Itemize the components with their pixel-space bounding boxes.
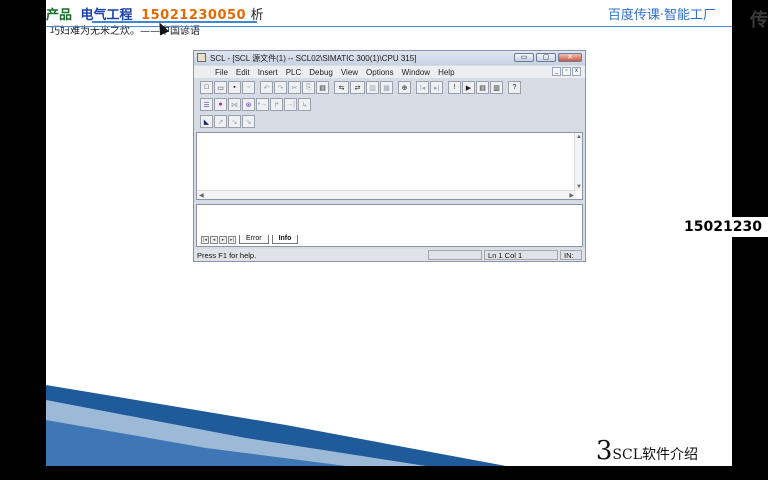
menu-file[interactable]: File (215, 68, 228, 77)
next-error-icon[interactable]: ▸| (430, 81, 443, 94)
step-next-icon[interactable]: •→ (256, 98, 269, 111)
new-file-icon[interactable]: □ (200, 81, 213, 94)
doc-restore-button[interactable]: ▫ (562, 67, 571, 76)
breakpoint-active-icon[interactable]: ⊛ (242, 98, 255, 111)
step-out-icon[interactable]: ↳ (298, 98, 311, 111)
menu-bar: File Edit Insert PLC Debug View Options … (194, 66, 585, 78)
source-editor[interactable]: ▲ ▼ ◀ ▶ (196, 132, 583, 200)
breakpoint-icon[interactable]: ! (448, 81, 461, 94)
scroll-right-icon[interactable]: ▶ (569, 192, 574, 199)
menu-edit[interactable]: Edit (236, 68, 250, 77)
proverb-text: 巧妇难为无米之炊。——中国谚语 (50, 26, 200, 37)
list-icon[interactable]: ☰ (200, 98, 213, 111)
status-blank-cell (428, 250, 482, 260)
print-icon[interactable]: ▫ (242, 81, 255, 94)
insert-toolbar: ◣ ↗ ↘ ⇘ (200, 114, 255, 129)
debug-toolbar: ☰ ● ⋈ ⊛ •→ ↱ →| ↳ (200, 97, 311, 112)
close-button[interactable]: ✕ (558, 53, 582, 62)
footer-mid-shape (46, 420, 346, 466)
monitor-icon[interactable]: ⊕ (398, 81, 411, 94)
tab-next-button[interactable]: ▸ (219, 236, 227, 244)
side-watermark-char: 传 (750, 10, 768, 31)
maximize-button[interactable]: ▢ (536, 53, 556, 62)
topic-title: 3SCL软件介绍 (596, 436, 698, 466)
menu-view[interactable]: View (341, 68, 358, 77)
insert-control-icon[interactable]: ⇘ (242, 115, 255, 128)
download-icon[interactable]: ▥ (366, 81, 379, 94)
insert-template-icon[interactable]: ↘ (228, 115, 241, 128)
scroll-down-icon[interactable]: ▼ (576, 184, 582, 190)
status-insert-mode: IN: (560, 250, 582, 260)
topic-number: 3 (595, 436, 613, 466)
split-view-icon[interactable]: ▥ (490, 81, 503, 94)
tab-info[interactable]: Info (271, 235, 299, 244)
copy-icon[interactable]: ⎘ (302, 81, 315, 94)
scroll-left-icon[interactable]: ◀ (199, 192, 204, 199)
cut-icon[interactable]: ✂ (288, 81, 301, 94)
window-controls: ▭ ▢ ✕ (514, 53, 582, 62)
prev-error-icon[interactable]: !◂ (416, 81, 429, 94)
tab-first-button[interactable]: |◂ (201, 236, 209, 244)
compile-all-icon[interactable]: ⇄ (350, 81, 365, 94)
tab-error[interactable]: Error (239, 235, 269, 244)
tab-last-button[interactable]: ▸| (228, 236, 236, 244)
scl-window: SCL - [SCL 源文件(1) -- SCL02\SIMATIC 300(1… (193, 50, 586, 262)
layout-icon[interactable]: ▤ (476, 81, 489, 94)
menu-options[interactable]: Options (366, 68, 394, 77)
doc-close-button[interactable]: x (572, 67, 581, 76)
footer-light-shape (46, 400, 426, 466)
output-tab-strip: |◂ ◂ ▸ ▸| Error Info (201, 235, 299, 244)
undo-icon[interactable]: ↶ (260, 81, 273, 94)
header-rule (46, 26, 732, 27)
menu-debug[interactable]: Debug (309, 68, 333, 77)
window-titlebar[interactable]: SCL - [SCL 源文件(1) -- SCL02\SIMATIC 300(1… (194, 51, 585, 65)
scl-app-icon (197, 53, 206, 62)
editor-horizontal-scrollbar[interactable]: ◀ ▶ (197, 190, 576, 199)
menu-help[interactable]: Help (438, 68, 454, 77)
topic-text: SCL软件介绍 (612, 447, 698, 463)
step-into-icon[interactable]: ↱ (270, 98, 283, 111)
insert-call-icon[interactable]: ↗ (214, 115, 227, 128)
breakpoint-clear-icon[interactable]: ⋈ (228, 98, 241, 111)
redo-icon[interactable]: ↷ (274, 81, 287, 94)
status-bar: Press F1 for help. Ln 1 Col 1 IN: (194, 249, 585, 261)
side-phone-number: 15021230 (682, 217, 768, 237)
presentation-slide: 产品 电气工程 15021230050 析 巧妇难为无米之炊。——中国谚语 百度… (46, 0, 732, 466)
status-cursor-position: Ln 1 Col 1 (484, 250, 558, 260)
document-controls: _ ▫ x (552, 67, 581, 76)
footer-blue-shape (46, 385, 506, 466)
window-title: SCL - [SCL 源文件(1) -- SCL02\SIMATIC 300(1… (210, 54, 417, 63)
save-icon[interactable]: ▪ (228, 81, 241, 94)
banner-product: 产品 (46, 8, 73, 23)
editor-vertical-scrollbar[interactable]: ▲ ▼ (574, 133, 582, 191)
open-file-icon[interactable]: ▭ (214, 81, 227, 94)
output-panel[interactable]: |◂ ◂ ▸ ▸| Error Info (196, 204, 583, 247)
video-frame: 产品 电气工程 15021230050 析 巧妇难为无米之炊。——中国谚语 百度… (0, 0, 768, 480)
breakpoint-set-icon[interactable]: ● (214, 98, 227, 111)
doc-minimize-button[interactable]: _ (552, 67, 561, 76)
minimize-button[interactable]: ▭ (514, 53, 534, 62)
brand-title: 百度传课·智能工厂 (607, 8, 716, 23)
insert-block-icon[interactable]: ◣ (200, 115, 213, 128)
scroll-up-icon[interactable]: ▲ (576, 134, 582, 140)
compile-icon[interactable]: ⇆ (334, 81, 349, 94)
run-icon[interactable]: ▶ (462, 81, 475, 94)
status-help-text: Press F1 for help. (197, 251, 257, 260)
menu-plc[interactable]: PLC (286, 68, 302, 77)
tab-prev-button[interactable]: ◂ (210, 236, 218, 244)
upload-icon[interactable]: ▦ (380, 81, 393, 94)
step-to-end-icon[interactable]: →| (284, 98, 297, 111)
menu-window[interactable]: Window (402, 68, 430, 77)
standard-toolbar: □ ▭ ▪ ▫ ↶ ↷ ✂ ⎘ ▤ ⇆ ⇄ ▥ ▦ ⊕ !◂ ▸| ! ▶ ▤ … (200, 80, 521, 95)
paste-icon[interactable]: ▤ (316, 81, 329, 94)
menu-insert[interactable]: Insert (258, 68, 278, 77)
context-help-icon[interactable]: ? (508, 81, 521, 94)
